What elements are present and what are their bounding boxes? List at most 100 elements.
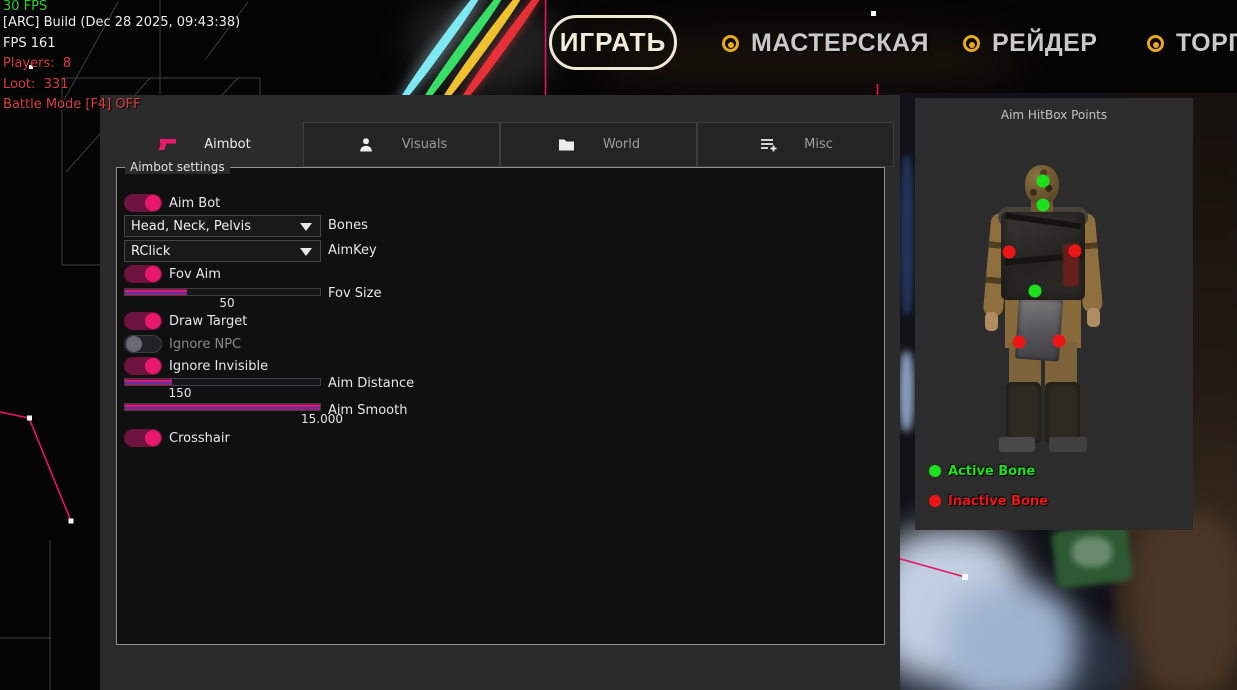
aimkey-dropdown-value: RClick: [131, 244, 170, 259]
hitbox-point-neck[interactable]: [1037, 199, 1050, 212]
hitbox-point-left-leg[interactable]: [1013, 336, 1026, 349]
setting-row-bones: Head, Neck, Pelvis Bones: [117, 215, 884, 237]
fov-size-label: Fov Size: [328, 286, 381, 301]
tab-misc[interactable]: Misc: [697, 122, 894, 167]
setting-row-crosshair: Crosshair: [117, 429, 884, 451]
fov-aim-toggle[interactable]: [124, 265, 162, 283]
person-icon: [356, 137, 376, 153]
tab-label: Misc: [804, 137, 833, 152]
chevron-down-icon: [300, 223, 312, 231]
toggle-knob: [145, 313, 161, 329]
ignore-npc-label: Ignore NPC: [169, 337, 241, 352]
setting-row-ignore-npc: Ignore NPC: [117, 335, 884, 357]
toggle-knob: [145, 195, 161, 211]
setting-row-aimkey: RClick AimKey: [117, 240, 884, 262]
sliders-icon: [758, 137, 778, 153]
tab-label: Aimbot: [204, 137, 250, 152]
bones-dropdown-value: Head, Neck, Pelvis: [131, 219, 251, 234]
aim-distance-value: 150: [155, 386, 205, 400]
hud-fps: FPS 161: [3, 34, 240, 55]
model-right-shin: [1045, 382, 1080, 444]
sign-graffiti: [1072, 537, 1112, 567]
hitbox-point-head[interactable]: [1037, 175, 1050, 188]
hitbox-point-right-leg[interactable]: [1053, 335, 1066, 348]
active-bone-dot-icon: [929, 465, 941, 477]
background-blob: [1132, 513, 1237, 690]
nav-item-raider[interactable]: РЕЙДЕР: [963, 28, 1097, 58]
coin-icon: [1147, 35, 1164, 52]
aimbot-settings-group: Aimbot settings Aim Bot Head, Neck, Pelv…: [116, 167, 885, 645]
tab-label: Visuals: [402, 137, 448, 152]
folder-icon: [557, 137, 577, 153]
setting-row-fov-aim: Fov Aim: [117, 265, 884, 287]
pistol-icon: [158, 137, 178, 153]
inactive-bone-dot-icon: [929, 495, 941, 507]
debug-hud: 30 FPS [ARC] Build (Dec 28 2025, 09:43:3…: [3, 0, 240, 116]
cheat-menu-panel: Aimbot Visuals World Mi: [100, 95, 900, 690]
legend-active-bone: Active Bone: [929, 463, 1035, 479]
group-title: Aimbot settings: [125, 160, 230, 174]
nav-item-trade[interactable]: ТОРГО: [1147, 28, 1237, 58]
model-left-boot: [999, 437, 1035, 452]
toggle-knob: [145, 430, 161, 446]
hitbox-point-pelvis[interactable]: [1029, 285, 1042, 298]
setting-row-aim-smooth: Aim Smooth: [117, 403, 884, 425]
aim-bot-label: Aim Bot: [169, 196, 220, 211]
tab-world[interactable]: World: [500, 122, 697, 167]
bones-dropdown[interactable]: Head, Neck, Pelvis: [124, 215, 321, 237]
model-left-shin: [1006, 382, 1041, 444]
setting-row-aim-bot: Aim Bot: [117, 194, 884, 216]
aim-bot-toggle[interactable]: [124, 194, 162, 212]
active-bone-label: Active Bone: [948, 464, 1035, 479]
background-blob: [900, 155, 914, 315]
aim-distance-slider[interactable]: [124, 378, 321, 386]
background-blob: [899, 351, 914, 431]
nav-item-workshop[interactable]: МАСТЕРСКАЯ: [722, 28, 929, 58]
model-right-boot: [1049, 437, 1087, 452]
aimkey-dropdown[interactable]: RClick: [124, 240, 321, 262]
model-metal-plate: [1015, 297, 1063, 362]
hitbox-point-right-arm[interactable]: [1069, 245, 1082, 258]
aim-smooth-slider[interactable]: [124, 403, 321, 411]
draw-target-toggle[interactable]: [124, 312, 162, 330]
setting-row-draw-target: Draw Target: [117, 312, 884, 334]
model-left-hand: [985, 312, 998, 331]
hitbox-panel-title: Aim HitBox Points: [915, 108, 1193, 122]
nav-item-label: МАСТЕРСКАЯ: [751, 29, 929, 58]
toggle-knob: [126, 336, 142, 352]
model-right-hand: [1087, 308, 1100, 327]
bones-label: Bones: [328, 218, 368, 233]
legend-inactive-bone: Inactive Bone: [929, 493, 1048, 509]
coin-icon: [722, 35, 739, 52]
hud-loot: Loot: 331: [3, 75, 240, 96]
hud-build: [ARC] Build (Dec 28 2025, 09:43:38): [3, 13, 240, 34]
inactive-bone-label: Inactive Bone: [948, 494, 1048, 509]
toggle-knob: [145, 266, 161, 282]
hud-battle-mode: Battle Mode [F4] OFF: [3, 95, 240, 116]
ignore-npc-toggle[interactable]: [124, 335, 162, 353]
screen: 30 FPS [ARC] Build (Dec 28 2025, 09:43:3…: [0, 0, 1237, 690]
fov-aim-label: Fov Aim: [169, 267, 221, 282]
hud-players: Players: 8: [3, 54, 240, 75]
tab-label: World: [603, 137, 640, 152]
hitbox-panel: Aim HitBox Points Active Bone: [915, 98, 1193, 530]
background-blob: [946, 585, 1076, 690]
toggle-knob: [145, 358, 161, 374]
nav-item-label: ТОРГО: [1176, 29, 1237, 58]
play-button[interactable]: ИГРАТЬ: [549, 15, 677, 70]
ignore-invisible-toggle[interactable]: [124, 357, 162, 375]
aim-smooth-value: 15.000: [292, 412, 352, 426]
crosshair-label: Crosshair: [169, 431, 230, 446]
aim-distance-label: Aim Distance: [328, 376, 414, 391]
aimkey-label: AimKey: [328, 243, 377, 258]
chevron-down-icon: [300, 248, 312, 256]
setting-row-aim-distance: Aim Distance: [117, 378, 884, 400]
hitbox-point-left-arm[interactable]: [1003, 246, 1016, 259]
slider-fill: [125, 379, 172, 385]
fov-size-slider[interactable]: [124, 288, 321, 296]
slider-fill: [125, 404, 320, 410]
crosshair-toggle[interactable]: [124, 429, 162, 447]
slider-fill: [125, 289, 187, 295]
draw-target-label: Draw Target: [169, 314, 247, 329]
tab-visuals[interactable]: Visuals: [303, 122, 500, 167]
